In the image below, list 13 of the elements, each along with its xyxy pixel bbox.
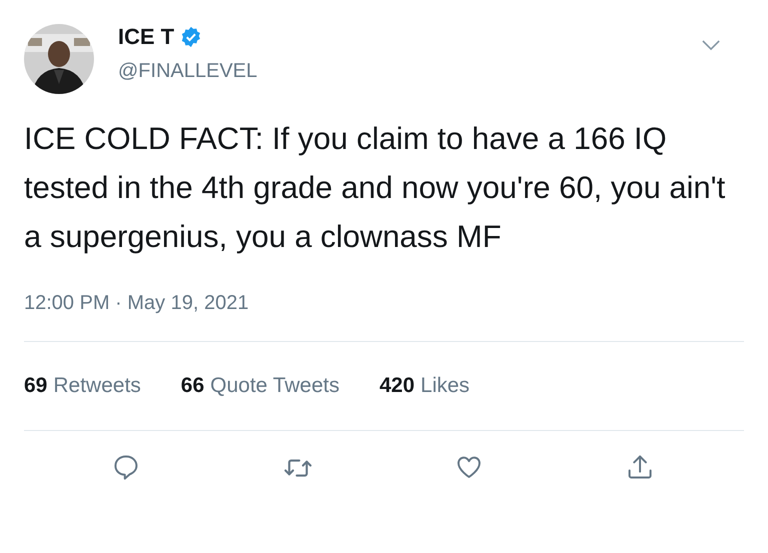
speech-bubble-icon[interactable]	[112, 453, 140, 481]
user-handle[interactable]: @FINALLEVEL	[118, 60, 258, 83]
user-name[interactable]: ICE T	[118, 24, 174, 50]
share-icon[interactable]	[626, 453, 654, 481]
stat-count[interactable]: 420	[379, 374, 415, 398]
chevron-down-icon[interactable]	[702, 40, 720, 51]
stat-label[interactable]: Quote Tweets	[210, 374, 340, 398]
stat-count[interactable]: 66	[180, 374, 204, 398]
stat-label[interactable]: Retweets	[53, 374, 141, 398]
stat-count[interactable]: 69	[24, 374, 48, 398]
stat-label[interactable]: Likes	[420, 374, 470, 398]
timestamp[interactable]: 12:00 PM · May 19, 2021	[24, 292, 249, 315]
tweet-text: ICE COLD FACT: If you claim to have a 166 IQ tested in the 4th grade and now you're 60, you ain't a supergenius, you a clownass MF	[24, 120, 726, 256]
